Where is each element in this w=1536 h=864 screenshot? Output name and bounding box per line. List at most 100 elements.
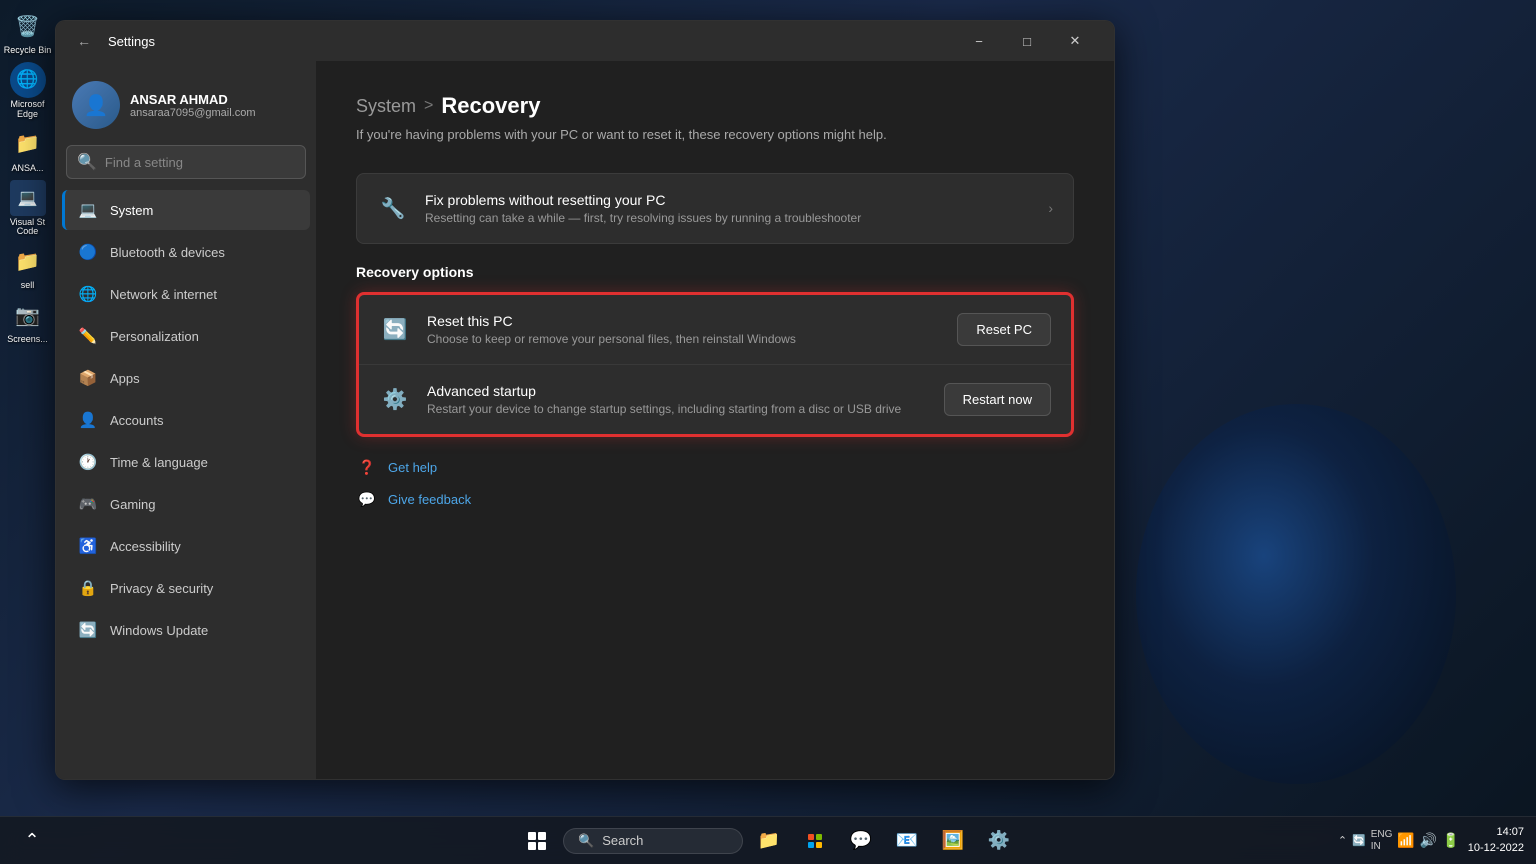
sidebar-item-label-system: System: [110, 203, 153, 218]
title-bar: ← Settings − □ ✕: [56, 21, 1114, 61]
speaker-icon[interactable]: 🔊: [1420, 832, 1437, 849]
refresh-icon[interactable]: 🔄: [1352, 834, 1366, 847]
settings-taskbar-button[interactable]: ⚙️: [979, 821, 1019, 861]
fix-problems-chevron-icon: ›: [1048, 200, 1053, 216]
get-help-icon: ❓: [356, 457, 378, 479]
user-email: ansaraa7095@gmail.com: [130, 107, 300, 119]
avatar: 👤: [72, 81, 120, 129]
sidebar-search[interactable]: 🔍: [66, 145, 306, 179]
clock[interactable]: 14:07 10-12-2022: [1468, 825, 1524, 856]
screenshot-icon: 📷: [10, 297, 46, 333]
close-button[interactable]: ✕: [1052, 25, 1098, 57]
taskbar: ⌃ 🔍 Search 📁: [0, 816, 1536, 864]
sidebar-item-update[interactable]: 🔄 Windows Update: [62, 610, 310, 650]
sidebar-item-personalization[interactable]: ✏️ Personalization: [62, 316, 310, 356]
window-title: Settings: [108, 34, 155, 49]
desktop-icons: 🗑️ Recycle Bin 🌐 Microsof Edge 📁 ANSA...…: [0, 0, 55, 864]
windows-icon: [528, 832, 546, 850]
settings-window: ← Settings − □ ✕ 👤 ANSAR AHMAD ansaraa70…: [55, 20, 1115, 780]
sidebar-item-label-personalization: Personalization: [110, 329, 199, 344]
desktop-icon-folder-ansar[interactable]: 📁 ANSA...: [4, 126, 52, 174]
sidebar-item-accounts[interactable]: 👤 Accounts: [62, 400, 310, 440]
accounts-icon: 👤: [78, 410, 98, 430]
personalization-icon: ✏️: [78, 326, 98, 346]
reset-pc-text: Reset this PC Choose to keep or remove y…: [427, 313, 941, 346]
fix-problems-desc: Resetting can take a while — first, try …: [425, 211, 1032, 225]
sidebar-item-time[interactable]: 🕐 Time & language: [62, 442, 310, 482]
fix-problems-item[interactable]: 🔧 Fix problems without resetting your PC…: [357, 174, 1073, 243]
taskbar-search[interactable]: 🔍 Search: [563, 828, 743, 854]
folder-ansar-label: ANSA...: [11, 164, 43, 174]
edge-label: Microsof Edge: [4, 100, 52, 120]
advanced-startup-desc: Restart your device to change startup se…: [427, 402, 928, 416]
fix-problems-title: Fix problems without resetting your PC: [425, 192, 1032, 208]
sell-icon: 📁: [10, 243, 46, 279]
sidebar-item-label-gaming: Gaming: [110, 497, 156, 512]
store-icon: [806, 832, 824, 850]
fix-problems-text: Fix problems without resetting your PC R…: [425, 192, 1032, 225]
taskbar-right: ⌃ 🔄 ENGIN 📶 🔊 🔋 14:07 10-12-2022: [1338, 825, 1524, 856]
time-icon: 🕐: [78, 452, 98, 472]
sell-label: sell: [21, 281, 35, 291]
minimize-button[interactable]: −: [956, 25, 1002, 57]
fix-problems-card: 🔧 Fix problems without resetting your PC…: [356, 173, 1074, 244]
advanced-startup-text: Advanced startup Restart your device to …: [427, 383, 928, 416]
sidebar-item-apps[interactable]: 📦 Apps: [62, 358, 310, 398]
system-tray: ⌃ 🔄 ENGIN 📶 🔊 🔋: [1338, 829, 1460, 853]
reset-pc-title: Reset this PC: [427, 313, 941, 329]
store-button[interactable]: [795, 821, 835, 861]
desktop-icon-vscode[interactable]: 💻 Visual St Code: [4, 180, 52, 238]
recovery-options-label: Recovery options: [356, 264, 1074, 280]
give-feedback-link[interactable]: 💬 Give feedback: [356, 489, 1074, 511]
maximize-button[interactable]: □: [1004, 25, 1050, 57]
taskbar-left: ⌃: [12, 821, 52, 861]
search-input[interactable]: [105, 155, 295, 170]
sidebar-item-privacy[interactable]: 🔒 Privacy & security: [62, 568, 310, 608]
bluetooth-icon: 🔵: [78, 242, 98, 262]
apps-icon: 📦: [78, 368, 98, 388]
sidebar-item-label-privacy: Privacy & security: [110, 581, 213, 596]
taskbar-chevron-icon[interactable]: ⌃: [12, 821, 52, 861]
sidebar-item-system[interactable]: 💻 System: [62, 190, 310, 230]
teams-button[interactable]: 💬: [841, 821, 881, 861]
taskbar-search-label: Search: [602, 833, 643, 848]
screenshot-label: Screens...: [7, 335, 48, 345]
restart-now-button[interactable]: Restart now: [944, 383, 1051, 416]
time-display: 14:07: [1468, 825, 1524, 840]
search-icon: 🔍: [77, 152, 97, 172]
sidebar-item-gaming[interactable]: 🎮 Gaming: [62, 484, 310, 524]
mail-button[interactable]: 📧: [887, 821, 927, 861]
battery-icon[interactable]: 🔋: [1442, 832, 1459, 849]
reset-pc-button[interactable]: Reset PC: [957, 313, 1051, 346]
desktop-icon-recycle[interactable]: 🗑️ Recycle Bin: [4, 8, 52, 56]
desktop-icon-sell[interactable]: 📁 sell: [4, 243, 52, 291]
user-info: ANSAR AHMAD ansaraa7095@gmail.com: [130, 92, 300, 119]
sidebar-item-label-time: Time & language: [110, 455, 208, 470]
user-section: 👤 ANSAR AHMAD ansaraa7095@gmail.com: [56, 73, 316, 145]
give-feedback-label: Give feedback: [388, 492, 471, 507]
wifi-icon[interactable]: 📶: [1397, 832, 1414, 849]
settings-body: 👤 ANSAR AHMAD ansaraa7095@gmail.com 🔍 💻 …: [56, 61, 1114, 779]
sidebar-item-bluetooth[interactable]: 🔵 Bluetooth & devices: [62, 232, 310, 272]
language-indicator[interactable]: ENGIN: [1371, 829, 1393, 853]
breadcrumb-current: Recovery: [441, 93, 540, 119]
advanced-startup-icon: ⚙️: [379, 383, 411, 415]
desktop-icon-screenshot[interactable]: 📷 Screens...: [4, 297, 52, 345]
breadcrumb-system: System: [356, 96, 416, 117]
file-explorer-button[interactable]: 📁: [749, 821, 789, 861]
start-button[interactable]: [517, 821, 557, 861]
back-button[interactable]: ←: [72, 29, 96, 53]
chevron-up-icon[interactable]: ⌃: [1338, 834, 1347, 847]
date-display: 10-12-2022: [1468, 841, 1524, 856]
sidebar-item-label-apps: Apps: [110, 371, 140, 386]
sidebar-item-network[interactable]: 🌐 Network & internet: [62, 274, 310, 314]
privacy-icon: 🔒: [78, 578, 98, 598]
recycle-bin-label: Recycle Bin: [4, 46, 52, 56]
sidebar-item-label-accessibility: Accessibility: [110, 539, 181, 554]
sidebar-item-accessibility[interactable]: ♿ Accessibility: [62, 526, 310, 566]
photos-button[interactable]: 🖼️: [933, 821, 973, 861]
get-help-link[interactable]: ❓ Get help: [356, 457, 1074, 479]
breadcrumb: System > Recovery: [356, 93, 1074, 119]
taskbar-search-icon: 🔍: [578, 833, 594, 849]
desktop-icon-edge[interactable]: 🌐 Microsof Edge: [4, 62, 52, 120]
